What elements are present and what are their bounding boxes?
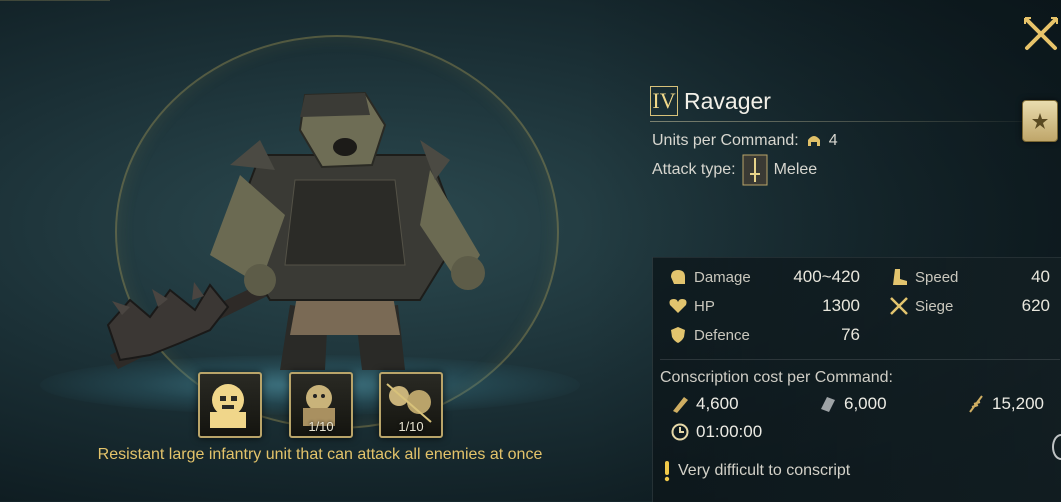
exclamation-icon (664, 461, 670, 482)
sword-icon (742, 154, 768, 186)
defence-value: 76 (841, 325, 860, 344)
skill-slot-3[interactable]: 1/10 (379, 372, 443, 438)
skill-slot-2[interactable]: 1/10 (289, 372, 353, 438)
speed-label: Speed (915, 268, 959, 286)
wood-icon (673, 397, 688, 413)
units-per-command-row: Units per Command: 4 (652, 132, 838, 150)
iron-icon (821, 397, 835, 412)
damage-label: Damage (694, 268, 751, 286)
unit-codex-button[interactable] (1022, 100, 1058, 142)
attack-type-value: Melee (773, 161, 818, 178)
conscription-title: Conscription cost per Command: (660, 369, 893, 386)
helmet-icon (807, 136, 820, 146)
conscription-warning: Very difficult to conscript (662, 460, 850, 482)
book-icon (1032, 113, 1048, 129)
unit-name: Ravager (684, 87, 771, 114)
damage-value: 400~420 (793, 267, 860, 286)
grain-icon (969, 395, 983, 413)
cost-grain: 15,200 (966, 394, 1044, 414)
warning-text: Very difficult to conscript (678, 462, 851, 479)
hp-label: HP (694, 297, 715, 315)
stat-siege: Siege (889, 296, 953, 316)
stats-divider (660, 359, 1060, 360)
fist-icon (671, 270, 685, 284)
ogre-face-icon (210, 384, 246, 428)
iron-cost-value: 6,000 (844, 394, 887, 413)
rune-arc-decoration (0, 0, 110, 91)
unit-description: Resistant large infantry unit that can a… (97, 446, 543, 463)
grain-cost-value: 15,200 (992, 394, 1044, 413)
skill-count: 1/10 (308, 419, 334, 434)
attack-type-label: Attack type: (652, 161, 736, 178)
hp-value: 1300 (822, 296, 860, 315)
stat-speed: Speed (889, 267, 958, 287)
heart-icon (669, 299, 687, 313)
siege-label: Siege (915, 297, 954, 315)
stat-hp: HP (668, 296, 715, 316)
units-per-command-value: 4 (828, 132, 838, 149)
defence-label: Defence (694, 326, 750, 344)
cost-time: 01:00:00 (670, 422, 762, 442)
tier-badge: IV (650, 86, 678, 116)
units-per-command-label: Units per Command: (652, 132, 799, 149)
siege-value: 620 (1021, 296, 1050, 315)
wood-cost-value: 4,600 (696, 394, 739, 413)
title-divider (650, 121, 1030, 122)
shield-icon (671, 327, 685, 343)
speed-value: 40 (1031, 267, 1050, 286)
boot-icon (893, 269, 907, 285)
close-button[interactable] (1022, 14, 1060, 54)
cost-iron: 6,000 (818, 394, 887, 414)
attack-type-row: Attack type: Melee (652, 154, 817, 186)
stat-damage: Damage (668, 267, 751, 287)
stat-defence: Defence (668, 325, 750, 345)
time-cost-value: 01:00:00 (696, 422, 763, 441)
crossed-arrows-icon (890, 297, 908, 315)
clock-icon (671, 423, 689, 441)
unit-portrait-ravager (106, 91, 485, 370)
skill-count: 1/10 (398, 419, 424, 434)
cost-wood: 4,600 (670, 394, 739, 414)
close-x-icon (1024, 17, 1058, 50)
skill-slot-1[interactable] (198, 372, 262, 438)
unit-title: IV Ravager (650, 86, 771, 116)
